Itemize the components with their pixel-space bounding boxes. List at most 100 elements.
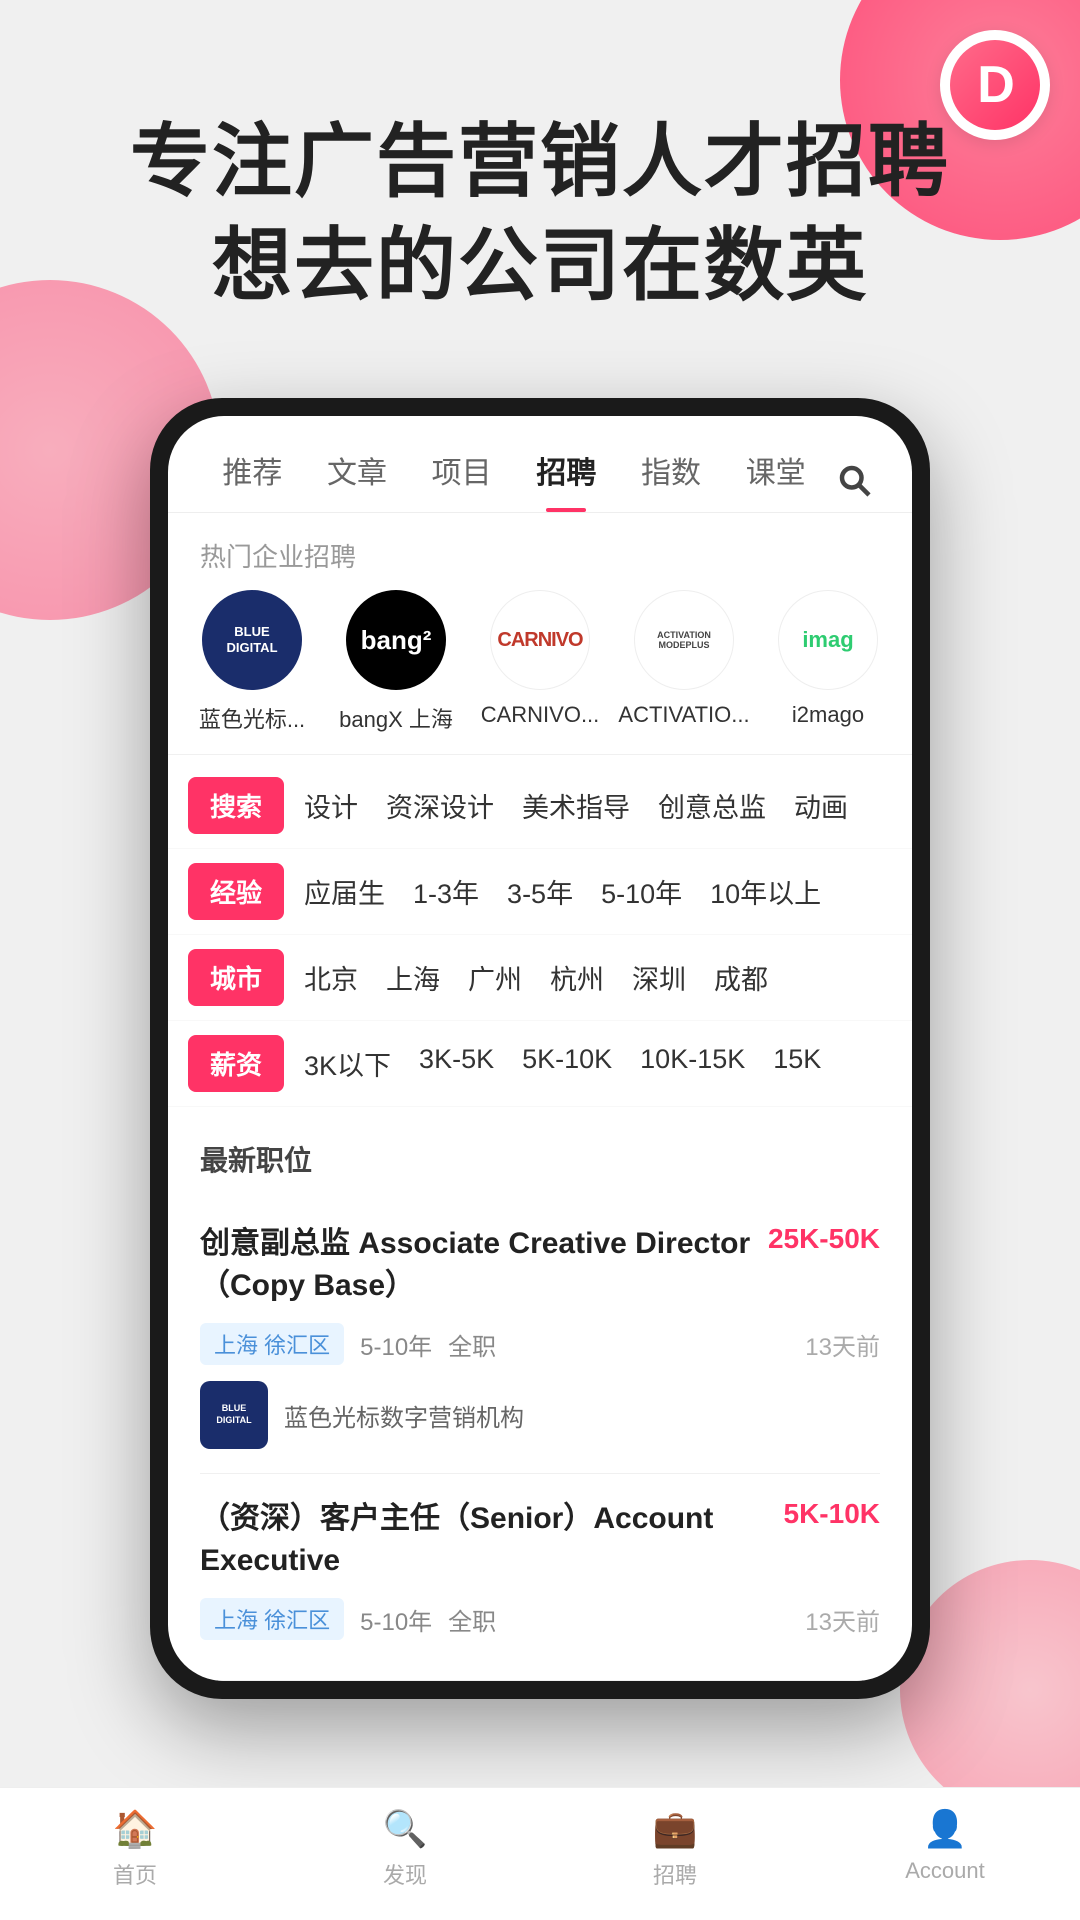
job-card-1-company-logo: BLUEDIGITAL bbox=[200, 1381, 268, 1449]
tab-ketang[interactable]: 课堂 bbox=[723, 448, 828, 512]
latest-jobs-section: 最新职位 创意副总监 Associate Creative Director（C… bbox=[168, 1115, 912, 1681]
filter-item-design[interactable]: 设计 bbox=[304, 786, 358, 825]
tab-tuijian[interactable]: 推荐 bbox=[200, 448, 305, 512]
filter-items-city: 北京 上海 广州 杭州 深圳 成都 bbox=[304, 958, 892, 997]
hero-line1: 专注广告营销人才招聘 bbox=[130, 117, 950, 206]
company-item-i2mago[interactable]: imag i2mago bbox=[768, 590, 888, 734]
filter-items-experience: 应届生 1-3年 3-5年 5-10年 10年以上 bbox=[304, 872, 892, 911]
job-card-1-title: 创意副总监 Associate Creative Director（Copy B… bbox=[200, 1223, 768, 1307]
company-item-bangx[interactable]: bang² bangX 上海 bbox=[336, 590, 456, 734]
tab-zhaopin[interactable]: 招聘 bbox=[514, 448, 619, 512]
job-card-1-type: 全职 bbox=[448, 1327, 496, 1362]
filter-tag-experience[interactable]: 经验 bbox=[188, 863, 284, 920]
filter-row-city: 城市 北京 上海 广州 杭州 深圳 成都 bbox=[168, 935, 912, 1021]
app-logo: D bbox=[940, 30, 1050, 140]
company-logo-activation: ACTIVATIONMODEPLUS bbox=[634, 590, 734, 690]
filter-item-5k-10k[interactable]: 5K-10K bbox=[522, 1044, 612, 1083]
search-icon bbox=[836, 462, 872, 498]
tab-wenzhang[interactable]: 文章 bbox=[305, 448, 410, 512]
job-card-2-salary: 5K-10K bbox=[784, 1498, 880, 1530]
company-item-activation[interactable]: ACTIVATIONMODEPLUS ACTIVATIO... bbox=[624, 590, 744, 734]
job-card-2[interactable]: （资深）客户主任（Senior）Account Executive 5K-10K… bbox=[200, 1474, 880, 1681]
job-card-2-time: 13天前 bbox=[805, 1602, 880, 1637]
bottom-nav-account-label: Account bbox=[905, 1858, 985, 1884]
filter-tag-search[interactable]: 搜索 bbox=[188, 777, 284, 834]
job-card-1-salary: 25K-50K bbox=[768, 1223, 880, 1255]
job-card-1-time: 13天前 bbox=[805, 1327, 880, 1362]
phone-screen: 推荐 文章 项目 招聘 指数 课堂 bbox=[168, 416, 912, 1681]
search-button[interactable] bbox=[828, 454, 880, 506]
hot-companies-label: 热门企业招聘 bbox=[168, 513, 912, 590]
filter-row-salary: 薪资 3K以下 3K-5K 5K-10K 10K-15K 15K bbox=[168, 1021, 912, 1107]
filter-item-3-5yr[interactable]: 3-5年 bbox=[507, 872, 573, 911]
company-logo-blue-digital: BLUEDIGITAL bbox=[202, 590, 302, 690]
bottom-nav-home-label: 首页 bbox=[113, 1858, 157, 1890]
filter-item-art-director[interactable]: 美术指导 bbox=[522, 786, 630, 825]
filter-item-guangzhou[interactable]: 广州 bbox=[468, 958, 522, 997]
company-name-carnivo: CARNIVO... bbox=[481, 702, 600, 728]
filter-item-senior-design[interactable]: 资深设计 bbox=[386, 786, 494, 825]
hero-title: 专注广告营销人才招聘 想去的公司在数英 bbox=[60, 110, 1020, 318]
filter-row-search: 搜索 设计 资深设计 美术指导 创意总监 动画 bbox=[168, 763, 912, 849]
job-card-1-company-row: BLUEDIGITAL 蓝色光标数字营销机构 bbox=[200, 1381, 880, 1449]
filter-items-search: 设计 资深设计 美术指导 创意总监 动画 bbox=[304, 786, 892, 825]
bottom-nav-jobs-label: 招聘 bbox=[653, 1858, 697, 1890]
filter-tag-city[interactable]: 城市 bbox=[188, 949, 284, 1006]
home-icon: 🏠 bbox=[113, 1808, 158, 1850]
filter-item-15k-plus[interactable]: 15K bbox=[773, 1044, 821, 1083]
filter-item-shanghai[interactable]: 上海 bbox=[386, 958, 440, 997]
filter-tag-salary[interactable]: 薪资 bbox=[188, 1035, 284, 1092]
filter-item-creative-director[interactable]: 创意总监 bbox=[658, 786, 766, 825]
account-icon: 👤 bbox=[923, 1808, 968, 1850]
filter-item-hangzhou[interactable]: 杭州 bbox=[550, 958, 604, 997]
filter-item-chengdu[interactable]: 成都 bbox=[714, 958, 768, 997]
job-card-1-company-name: 蓝色光标数字营销机构 bbox=[284, 1398, 524, 1433]
filter-item-shenzhen[interactable]: 深圳 bbox=[632, 958, 686, 997]
filter-item-10yr-plus[interactable]: 10年以上 bbox=[710, 872, 821, 911]
company-logo-i2mago: imag bbox=[778, 590, 878, 690]
company-item-carnivo[interactable]: CARNIVO CARNIVO... bbox=[480, 590, 600, 734]
latest-jobs-label: 最新职位 bbox=[200, 1139, 880, 1179]
company-name-i2mago: i2mago bbox=[792, 702, 864, 728]
bottom-nav-home[interactable]: 🏠 首页 bbox=[0, 1808, 270, 1890]
filter-item-3k-5k[interactable]: 3K-5K bbox=[419, 1044, 494, 1083]
job-card-2-title-row: （资深）客户主任（Senior）Account Executive 5K-10K bbox=[200, 1498, 880, 1582]
hero-section: 专注广告营销人才招聘 想去的公司在数英 bbox=[0, 0, 1080, 378]
bottom-nav-jobs[interactable]: 💼 招聘 bbox=[540, 1808, 810, 1890]
company-item-blue-digital[interactable]: BLUEDIGITAL 蓝色光标... bbox=[192, 590, 312, 734]
company-name-activation: ACTIVATIO... bbox=[618, 702, 749, 728]
tab-xiangmu[interactable]: 项目 bbox=[409, 448, 514, 512]
filter-item-5-10yr[interactable]: 5-10年 bbox=[601, 872, 682, 911]
job-card-2-type: 全职 bbox=[448, 1602, 496, 1637]
company-logo-bangx: bang² bbox=[346, 590, 446, 690]
hero-line2: 想去的公司在数英 bbox=[212, 221, 868, 310]
filter-item-1-3yr[interactable]: 1-3年 bbox=[413, 872, 479, 911]
app-content: 推荐 文章 项目 招聘 指数 课堂 bbox=[168, 416, 912, 1681]
tab-zhishu[interactable]: 指数 bbox=[619, 448, 724, 512]
app-logo-letter: D bbox=[950, 40, 1040, 130]
filter-item-animation[interactable]: 动画 bbox=[794, 786, 848, 825]
job-card-2-experience: 5-10年 bbox=[360, 1602, 432, 1637]
bottom-nav-discover[interactable]: 🔍 发现 bbox=[270, 1808, 540, 1890]
job-card-2-title: （资深）客户主任（Senior）Account Executive bbox=[200, 1498, 784, 1582]
discover-icon: 🔍 bbox=[383, 1808, 428, 1850]
job-card-1[interactable]: 创意副总监 Associate Creative Director（Copy B… bbox=[200, 1199, 880, 1474]
job-card-1-location: 上海 徐汇区 bbox=[200, 1323, 344, 1365]
jobs-icon: 💼 bbox=[653, 1808, 698, 1850]
filter-item-beijing[interactable]: 北京 bbox=[304, 958, 358, 997]
filter-item-below-3k[interactable]: 3K以下 bbox=[304, 1044, 391, 1083]
job-card-1-experience: 5-10年 bbox=[360, 1327, 432, 1362]
company-logo-carnivo: CARNIVO bbox=[490, 590, 590, 690]
filter-section: 搜索 设计 资深设计 美术指导 创意总监 动画 经验 应届生 bbox=[168, 754, 912, 1115]
filter-row-experience: 经验 应届生 1-3年 3-5年 5-10年 10年以上 bbox=[168, 849, 912, 935]
bottom-nav: 🏠 首页 🔍 发现 💼 招聘 👤 Account bbox=[0, 1787, 1080, 1920]
bottom-nav-account[interactable]: 👤 Account bbox=[810, 1808, 1080, 1890]
job-card-2-location: 上海 徐汇区 bbox=[200, 1598, 344, 1640]
nav-tabs: 推荐 文章 项目 招聘 指数 课堂 bbox=[168, 416, 912, 513]
filter-items-salary: 3K以下 3K-5K 5K-10K 10K-15K 15K bbox=[304, 1044, 892, 1083]
companies-row: BLUEDIGITAL 蓝色光标... bang² bangX 上海 CARNI… bbox=[168, 590, 912, 754]
job-card-2-tags-row: 上海 徐汇区 5-10年 全职 13天前 bbox=[200, 1598, 880, 1640]
company-name-blue-digital: 蓝色光标... bbox=[199, 702, 305, 734]
filter-item-10k-15k[interactable]: 10K-15K bbox=[640, 1044, 745, 1083]
filter-item-fresh[interactable]: 应届生 bbox=[304, 872, 385, 911]
